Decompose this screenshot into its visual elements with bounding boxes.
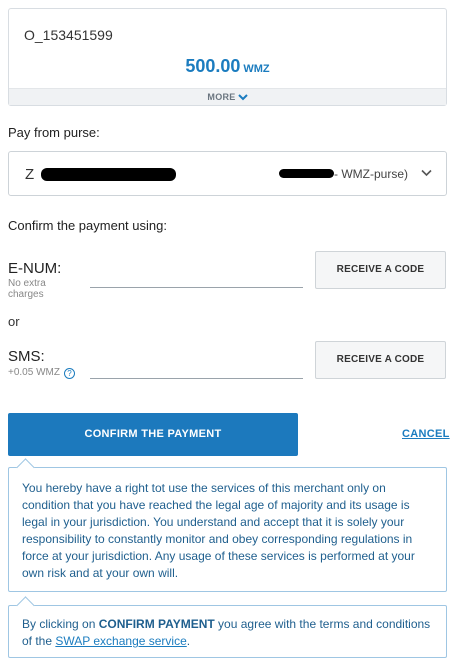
purse-type: - WMZ-purse): [334, 167, 408, 181]
sms-label: SMS:: [8, 348, 45, 365]
sms-code-input[interactable]: [90, 378, 303, 379]
sms-receive-code-button[interactable]: RECEIVE A CODE: [315, 341, 446, 379]
terms-bold: CONFIRM PAYMENT: [98, 617, 215, 631]
order-amount: 500.00 WMZ: [9, 56, 446, 77]
purse-prefix: Z: [25, 166, 35, 183]
terms-notice: By clicking on CONFIRM PAYMENT you agree…: [8, 605, 447, 658]
purse-select[interactable]: Z - WMZ-purse): [8, 151, 447, 196]
help-icon[interactable]: ?: [63, 368, 75, 379]
sms-note: +0.05 WMZ?: [8, 367, 75, 379]
chevron-down-icon: [421, 169, 432, 177]
cancel-link[interactable]: CANCEL: [402, 428, 450, 440]
chevron-down-icon: [237, 94, 248, 101]
terms-prefix: By clicking on: [22, 617, 99, 631]
terms-notice-text: By clicking on CONFIRM PAYMENT you agree…: [22, 616, 433, 650]
order-summary-card: O_153451599 500.00 WMZ MORE: [8, 8, 447, 106]
enum-note: No extra charges: [8, 278, 46, 300]
terms-suffix: .: [186, 634, 191, 648]
more-button[interactable]: MORE: [9, 88, 446, 105]
amount-value: 500.00: [185, 56, 241, 76]
enum-label: E-NUM:: [8, 260, 62, 277]
swap-service-link[interactable]: SWAP exchange service: [55, 634, 186, 648]
redacted-purse-number: [41, 168, 176, 181]
legal-notice: You hereby have a right tot use the serv…: [8, 467, 447, 592]
confirm-using-label: Confirm the payment using:: [8, 218, 167, 233]
sms-fee: +0.05 WMZ: [8, 367, 60, 378]
or-separator: or: [8, 314, 20, 329]
pay-from-label: Pay from purse:: [8, 125, 100, 140]
enum-code-input[interactable]: [90, 287, 303, 288]
legal-notice-text: You hereby have a right tot use the serv…: [22, 481, 415, 580]
confirm-payment-button[interactable]: CONFIRM THE PAYMENT: [8, 413, 298, 456]
more-label: MORE: [207, 92, 236, 102]
order-id: O_153451599: [24, 27, 113, 43]
amount-currency: WMZ: [243, 63, 270, 75]
redacted-purse-balance: [279, 169, 334, 178]
enum-receive-code-button[interactable]: RECEIVE A CODE: [315, 251, 446, 289]
